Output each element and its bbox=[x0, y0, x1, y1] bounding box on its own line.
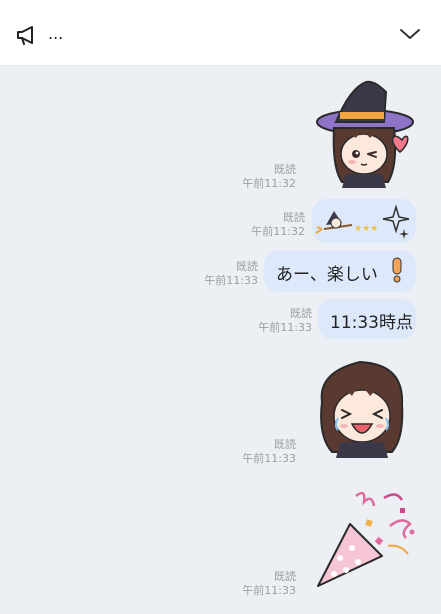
chat-title: ... bbox=[48, 24, 64, 43]
read-receipt-meta: 既読 午前11:33 bbox=[204, 260, 258, 288]
timestamp: 午前11:33 bbox=[242, 452, 296, 465]
read-label: 既読 bbox=[283, 211, 305, 224]
read-label: 既読 bbox=[274, 438, 296, 451]
read-label: 既読 bbox=[274, 570, 296, 583]
exclamation-emoji bbox=[392, 257, 402, 283]
timestamp: 午前11:32 bbox=[242, 177, 296, 190]
svg-text:★★★: ★★★ bbox=[354, 224, 378, 234]
read-receipt-meta: 既読 午前11:32 bbox=[242, 163, 296, 191]
read-receipt-meta: 既読 午前11:33 bbox=[242, 438, 296, 466]
text-message-bubble[interactable]: あー、楽しい bbox=[264, 250, 416, 292]
witch-on-broom-with-sparkles-emoji: ★★★ bbox=[315, 204, 410, 239]
witch-girl-wink-heart-sticker[interactable] bbox=[310, 78, 420, 190]
party-popper-sticker[interactable] bbox=[310, 486, 426, 596]
message-text: 11:33時点 bbox=[330, 313, 413, 333]
read-label: 既読 bbox=[290, 307, 312, 320]
girl-laughing-crying-sticker[interactable] bbox=[310, 352, 414, 460]
chevron-down-icon[interactable] bbox=[399, 27, 421, 41]
timestamp: 午前11:33 bbox=[242, 584, 296, 597]
timestamp: 午前11:33 bbox=[258, 321, 312, 334]
message-text: あー、楽しい bbox=[276, 265, 378, 285]
read-label: 既読 bbox=[236, 260, 258, 273]
chat-header: ... bbox=[0, 0, 441, 66]
timestamp: 午前11:33 bbox=[204, 274, 258, 287]
read-receipt-meta: 既読 午前11:33 bbox=[258, 307, 312, 335]
read-label: 既読 bbox=[274, 163, 296, 176]
emoji-message-bubble[interactable]: ★★★ bbox=[312, 199, 416, 243]
read-receipt-meta: 既読 午前11:33 bbox=[242, 570, 296, 598]
timestamp: 午前11:32 bbox=[251, 225, 305, 238]
megaphone-icon[interactable] bbox=[16, 25, 40, 45]
text-message-bubble[interactable]: 11:33時点 bbox=[318, 299, 416, 339]
read-receipt-meta: 既読 午前11:32 bbox=[251, 211, 305, 239]
